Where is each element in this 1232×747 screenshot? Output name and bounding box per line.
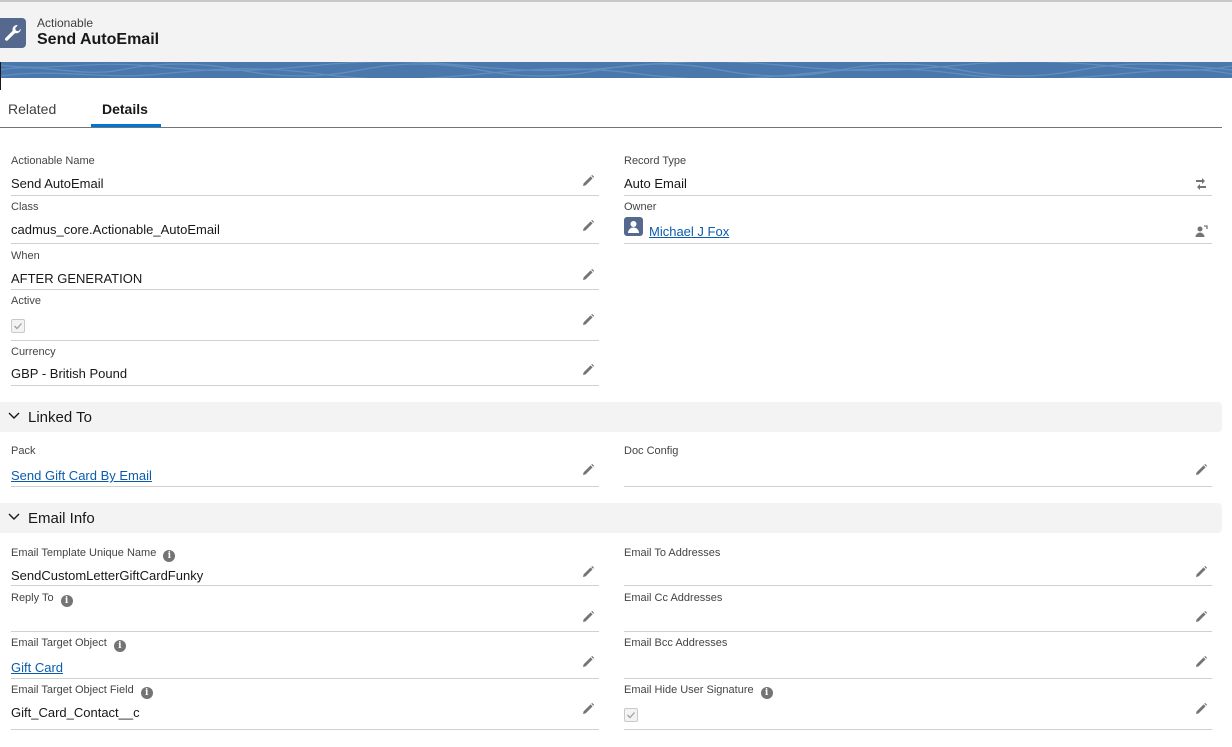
active-checkbox xyxy=(11,319,25,333)
pencil-icon[interactable] xyxy=(1194,463,1208,477)
field-label: Class xyxy=(11,201,39,213)
info-icon[interactable]: i xyxy=(140,687,153,699)
info-icon[interactable]: i xyxy=(163,550,176,562)
field-active: Active xyxy=(11,295,599,341)
field-label-text: Reply To xyxy=(11,592,54,604)
field-label: Currency xyxy=(11,346,56,358)
record-header: Actionable Send AutoEmail xyxy=(0,2,1232,62)
field-value: Auto Email xyxy=(624,176,687,191)
pencil-icon[interactable] xyxy=(581,655,595,669)
wrench-icon xyxy=(0,18,26,48)
field-label: Reply To i xyxy=(11,592,73,607)
field-record-type: Record Type Auto Email xyxy=(624,155,1212,196)
section-email-info[interactable]: Email Info xyxy=(0,503,1222,533)
field-label: Doc Config xyxy=(624,445,679,457)
section-linked-to[interactable]: Linked To xyxy=(0,402,1222,432)
field-value: GBP - British Pound xyxy=(11,366,128,381)
field-label: When xyxy=(11,250,40,262)
change-owner-icon[interactable] xyxy=(1194,224,1208,238)
info-icon[interactable]: i xyxy=(760,687,773,699)
field-when: When AFTER GENERATION xyxy=(11,250,599,290)
field-value: Gift_Card_Contact__c xyxy=(11,705,140,720)
field-label: Email Cc Addresses xyxy=(624,592,723,604)
pencil-icon[interactable] xyxy=(581,313,595,327)
field-email-cc-addresses: Email Cc Addresses xyxy=(624,592,1212,632)
field-owner: Owner Michael J Fox xyxy=(624,201,1212,244)
pencil-icon[interactable] xyxy=(1194,702,1208,716)
field-label: Email To Addresses xyxy=(624,547,721,559)
tab-related[interactable]: Related xyxy=(8,101,56,117)
field-label: Email Target Object Field i xyxy=(11,684,153,699)
field-label: Active xyxy=(11,295,41,307)
pencil-icon[interactable] xyxy=(1194,610,1208,624)
field-value: SendCustomLetterGiftCardFunky xyxy=(11,568,204,583)
field-label: Record Type xyxy=(624,155,687,167)
field-label: Email Target Object i xyxy=(11,637,126,652)
field-label: Email Template Unique Name i xyxy=(11,547,176,562)
field-doc-config: Doc Config xyxy=(624,445,1212,487)
pencil-icon[interactable] xyxy=(1194,655,1208,669)
field-label-text: Email Hide User Signature xyxy=(624,684,754,696)
field-label: Email Hide User Signature i xyxy=(624,684,773,699)
pencil-icon[interactable] xyxy=(581,565,595,579)
info-icon[interactable]: i xyxy=(113,640,126,652)
hide-signature-checkbox xyxy=(624,708,638,722)
pack-link[interactable]: Send Gift Card By Email xyxy=(11,468,152,483)
pencil-icon[interactable] xyxy=(581,363,595,377)
pencil-icon[interactable] xyxy=(581,463,595,477)
field-pack: Pack Send Gift Card By Email xyxy=(11,445,599,487)
target-object-link[interactable]: Gift Card xyxy=(11,660,63,675)
section-title: Email Info xyxy=(28,510,95,527)
field-email-target-object-field: Email Target Object Field i Gift_Card_Con… xyxy=(11,684,599,730)
field-class: Class cadmus_core.Actionable_AutoEmail xyxy=(11,201,599,244)
field-value: cadmus_core.Actionable_AutoEmail xyxy=(11,222,220,237)
field-label: Owner xyxy=(624,201,657,213)
pencil-icon[interactable] xyxy=(581,702,595,716)
change-record-type-icon[interactable] xyxy=(1194,177,1208,191)
owner-link[interactable]: Michael J Fox xyxy=(649,224,729,239)
field-label-text: Email Template Unique Name xyxy=(11,547,157,559)
object-type-label: Actionable xyxy=(37,16,94,30)
field-label-text: Email Target Object xyxy=(11,637,107,649)
field-value: Send AutoEmail xyxy=(11,176,104,191)
field-label: Email Bcc Addresses xyxy=(624,637,728,649)
field-reply-to: Reply To i xyxy=(11,592,599,632)
chevron-down-icon xyxy=(8,513,20,520)
field-email-bcc-addresses: Email Bcc Addresses xyxy=(624,637,1212,679)
field-actionable-name: Actionable Name Send AutoEmail xyxy=(11,155,599,196)
pencil-icon[interactable] xyxy=(1194,565,1208,579)
field-email-target-object: Email Target Object i Gift Card xyxy=(11,637,599,679)
tab-details[interactable]: Details xyxy=(102,101,148,117)
pencil-icon[interactable] xyxy=(581,268,595,282)
pencil-icon[interactable] xyxy=(581,610,595,624)
field-label: Actionable Name xyxy=(11,155,95,167)
section-title: Linked To xyxy=(28,409,92,426)
header-banner xyxy=(0,62,1232,78)
active-tab-indicator xyxy=(91,124,161,127)
field-email-hide-user-signature: Email Hide User Signature i xyxy=(624,684,1212,730)
pencil-icon[interactable] xyxy=(581,219,595,233)
field-label: Pack xyxy=(11,445,36,457)
field-value: AFTER GENERATION xyxy=(11,271,143,286)
record-title: Send AutoEmail xyxy=(37,31,160,48)
field-currency: Currency GBP - British Pound xyxy=(11,346,599,386)
record-tabs: Related Details xyxy=(0,78,1222,128)
field-email-template-unique-name: Email Template Unique Name i SendCustomLe… xyxy=(11,547,599,586)
field-email-to-addresses: Email To Addresses xyxy=(624,547,1212,586)
field-label-text: Email Target Object Field xyxy=(11,684,134,696)
chevron-down-icon xyxy=(8,412,20,419)
user-avatar-icon xyxy=(624,217,643,236)
info-icon[interactable]: i xyxy=(60,595,73,607)
pencil-icon[interactable] xyxy=(581,174,595,188)
